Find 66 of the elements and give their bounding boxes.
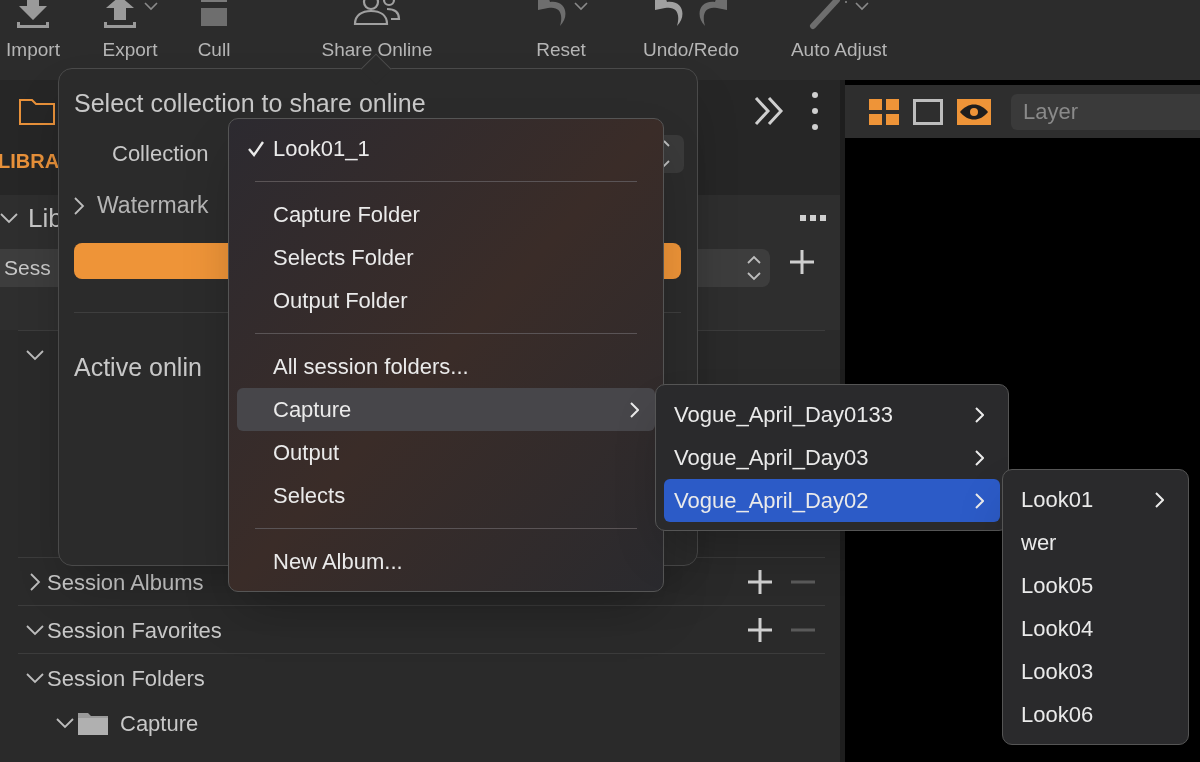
folder-icon [78,711,108,735]
upload-icon [102,0,138,30]
toolbar-button[interactable]: Auto Adjust [780,0,898,80]
toolbar-button[interactable]: Import [0,0,66,80]
chevron-down-icon[interactable] [26,672,44,684]
up-down-icon [746,254,762,282]
add-icon[interactable] [789,249,815,275]
section-title: Active onlin [74,351,202,383]
menu-item[interactable]: wer [1011,521,1180,564]
menu-item[interactable]: Selects [237,474,655,517]
magic-wand-icon [809,0,849,30]
section-title: Session Folders [47,664,205,693]
menu-item[interactable]: Output Folder [237,279,655,322]
chevron-down-icon[interactable] [26,624,44,636]
toolbar-button[interactable]: Export [66,0,194,80]
download-icon [15,0,51,30]
chevron-down-icon [0,212,18,224]
chevron-right-icon[interactable] [30,573,41,591]
menu-item[interactable]: Output [237,431,655,474]
menu-item[interactable]: Look05 [1011,564,1180,607]
search-field[interactable]: Layer [1011,93,1200,130]
menu-item[interactable]: Look01_1 [237,127,655,170]
menu-item[interactable]: New Album... [237,540,655,583]
caret-icon [574,2,588,11]
chevron-down-icon[interactable] [26,349,44,361]
toolbar-button[interactable]: Cull [194,0,234,80]
section-title: Watermark [97,191,209,221]
chevron-right-icon [629,401,639,418]
chevron-right-icon [974,492,984,509]
chevron-right-icon[interactable] [74,196,85,215]
menu-item[interactable]: Look04 [1011,607,1180,650]
more-icon[interactable] [800,215,826,221]
menu-item[interactable]: Look01 [1011,478,1180,521]
menu-item[interactable]: Selects Folder [237,236,655,279]
caret-icon [855,2,869,11]
menu-item[interactable]: Capture [237,388,655,431]
more-icon[interactable] [812,92,818,130]
chevron-right-icon [1154,491,1164,508]
single-view-icon[interactable] [913,98,943,125]
eye-icon[interactable] [957,98,991,125]
section-title: Session Albums [47,568,204,597]
caret-icon [144,2,158,11]
menu-item[interactable]: Vogue_April_Day03 [664,436,1000,479]
menu-item[interactable]: Look06 [1011,693,1180,736]
double-chevron-icon[interactable] [752,94,786,128]
add-icon[interactable] [747,617,773,643]
grid-view-icon[interactable] [869,98,899,125]
field-label: Collection [112,140,209,168]
menu-item[interactable]: Capture Folder [237,193,655,236]
chevron-right-icon [974,406,984,423]
toolbar-button[interactable]: Undo/Redo [602,0,780,80]
add-icon[interactable] [747,569,773,595]
folder-label[interactable]: Capture [120,706,199,740]
menu-item[interactable]: All session folders... [237,345,655,388]
folder-icon [18,96,56,126]
section-title: Session Favorites [47,616,222,645]
popover-title: Select collection to share online [74,88,426,119]
menu-item[interactable]: Look03 [1011,650,1180,693]
menu-item[interactable]: Vogue_April_Day0133 [664,393,1000,436]
cull-icon [199,0,229,28]
chevron-right-icon [974,449,984,466]
people-icon [351,0,403,26]
toolbar-button[interactable]: Share Online [234,0,520,80]
toolbar-button[interactable]: Reset [520,0,602,80]
chevron-down-icon[interactable] [56,717,74,729]
menu-item[interactable]: Vogue_April_Day02 [664,479,1000,522]
